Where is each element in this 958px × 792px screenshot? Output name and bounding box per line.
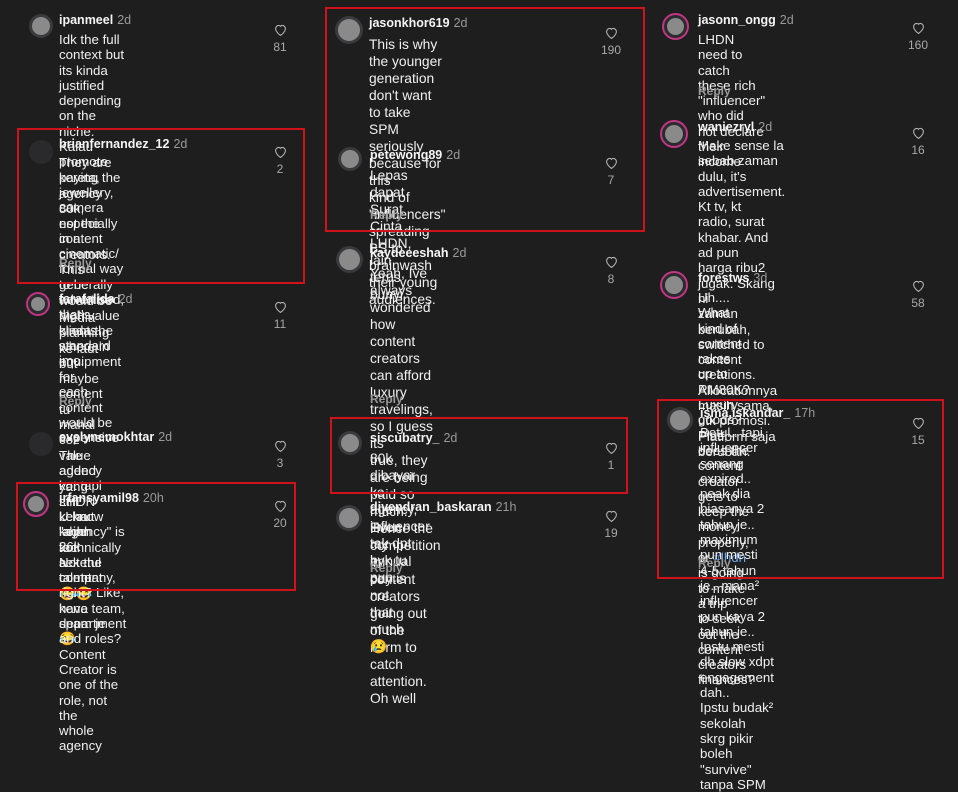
like-count: 81 bbox=[273, 40, 287, 54]
reply-button[interactable]: Reply bbox=[59, 394, 92, 408]
like-button[interactable]: 11 bbox=[265, 301, 295, 331]
like-count: 2 bbox=[276, 162, 284, 176]
timestamp: 2d bbox=[452, 246, 467, 260]
like-button[interactable]: 3 bbox=[265, 440, 295, 470]
reply-button[interactable]: Reply bbox=[698, 556, 731, 570]
avatar[interactable] bbox=[29, 432, 53, 456]
heart-outline-icon bbox=[605, 442, 617, 454]
comment-text: Even my annual pay is not that much 😢 bbox=[370, 520, 412, 654]
timestamp: 20h bbox=[142, 491, 164, 505]
timestamp: 17h bbox=[794, 406, 816, 420]
like-button[interactable]: 81 bbox=[265, 24, 295, 54]
avatar[interactable] bbox=[660, 120, 688, 148]
heart-outline-icon bbox=[912, 280, 924, 292]
like-button[interactable]: 15 bbox=[903, 417, 933, 447]
heart-outline-icon bbox=[912, 127, 924, 139]
like-button[interactable]: 16 bbox=[903, 127, 933, 157]
username[interactable]: petewong89 2d bbox=[370, 148, 460, 162]
like-button[interactable]: 2 bbox=[265, 146, 295, 176]
like-button[interactable]: 8 bbox=[596, 256, 626, 286]
timestamp: 2d bbox=[443, 431, 458, 445]
avatar[interactable] bbox=[23, 491, 49, 517]
comment-text: Betul.. tapi influencer senang expired..… bbox=[700, 425, 774, 792]
like-count: 1 bbox=[607, 458, 615, 472]
timestamp: 2d bbox=[173, 137, 188, 151]
like-button[interactable]: 160 bbox=[903, 22, 933, 52]
like-count: 3 bbox=[276, 456, 284, 470]
avatar[interactable] bbox=[338, 147, 362, 171]
avatar[interactable] bbox=[336, 246, 363, 273]
like-button[interactable]: 7 bbox=[596, 157, 626, 187]
heart-outline-icon bbox=[274, 146, 286, 158]
username[interactable]: ipanmeel 2d bbox=[59, 13, 131, 27]
timestamp: 2d bbox=[758, 120, 773, 134]
avatar[interactable] bbox=[29, 140, 53, 164]
like-button[interactable]: 190 bbox=[596, 27, 626, 57]
timestamp: 2d bbox=[118, 292, 133, 306]
heart-outline-icon bbox=[605, 256, 617, 268]
heart-outline-icon bbox=[912, 22, 924, 34]
avatar[interactable] bbox=[667, 407, 693, 433]
like-count: 8 bbox=[607, 272, 615, 286]
like-button[interactable]: 1 bbox=[596, 442, 626, 472]
avatar[interactable] bbox=[335, 16, 363, 44]
timestamp: 2d bbox=[117, 13, 132, 27]
username[interactable]: farafalida 2d bbox=[59, 292, 133, 306]
heart-outline-icon bbox=[274, 440, 286, 452]
heart-outline-icon bbox=[605, 510, 617, 522]
like-button[interactable]: 19 bbox=[596, 510, 626, 540]
heart-outline-icon bbox=[605, 157, 617, 169]
timestamp: 2d bbox=[779, 13, 794, 27]
heart-outline-icon bbox=[274, 500, 286, 512]
timestamp: 2d bbox=[453, 16, 468, 30]
like-count: 20 bbox=[273, 516, 287, 530]
timestamp: 2d bbox=[158, 430, 173, 444]
comment-text: U know "agency" is technically a company… bbox=[59, 509, 127, 754]
username[interactable]: jasonkhor619 2d bbox=[369, 16, 468, 30]
timestamp: 2d bbox=[446, 148, 461, 162]
avatar[interactable] bbox=[26, 292, 50, 316]
like-count: 160 bbox=[907, 38, 929, 52]
heart-outline-icon bbox=[912, 417, 924, 429]
like-count: 58 bbox=[911, 296, 925, 310]
username[interactable]: waniezryl 2d bbox=[698, 120, 772, 134]
timestamp: 21h bbox=[495, 500, 517, 514]
like-count: 7 bbox=[607, 173, 615, 187]
like-count: 19 bbox=[604, 526, 618, 540]
username[interactable]: brianfernandez_12 2d bbox=[59, 137, 187, 151]
heart-outline-icon bbox=[605, 27, 617, 39]
avatar[interactable] bbox=[29, 14, 53, 38]
username[interactable]: irfansyamil98 20h bbox=[59, 491, 164, 505]
reply-button[interactable]: Reply bbox=[370, 208, 403, 222]
avatar[interactable] bbox=[660, 271, 688, 299]
username[interactable]: forestws 3d bbox=[698, 271, 767, 285]
reply-button[interactable]: Reply bbox=[370, 561, 403, 575]
reply-button[interactable]: Reply bbox=[59, 256, 92, 270]
like-count: 15 bbox=[911, 433, 925, 447]
heart-outline-icon bbox=[274, 24, 286, 36]
username[interactable]: kaydeeeshah 2d bbox=[370, 246, 466, 260]
like-count: 16 bbox=[911, 143, 925, 157]
reply-button[interactable]: Reply bbox=[698, 84, 731, 98]
username[interactable]: jasonn_ongg 2d bbox=[698, 13, 794, 27]
like-count: 190 bbox=[600, 43, 622, 57]
avatar[interactable] bbox=[338, 431, 362, 455]
avatar[interactable] bbox=[336, 505, 362, 531]
avatar[interactable] bbox=[662, 13, 689, 40]
like-count: 11 bbox=[273, 317, 287, 331]
username[interactable]: divendran_baskaran 21h bbox=[370, 500, 516, 514]
like-button[interactable]: 58 bbox=[903, 280, 933, 310]
username[interactable]: evelynemokhtar 2d bbox=[59, 430, 172, 444]
like-button[interactable]: 20 bbox=[265, 500, 295, 530]
reply-button[interactable]: Reply bbox=[370, 392, 403, 406]
timestamp: 3d bbox=[753, 271, 768, 285]
username[interactable]: isma.iskandar_ 17h bbox=[700, 406, 815, 420]
username[interactable]: siscubatry_ 2d bbox=[370, 431, 457, 445]
heart-outline-icon bbox=[274, 301, 286, 313]
